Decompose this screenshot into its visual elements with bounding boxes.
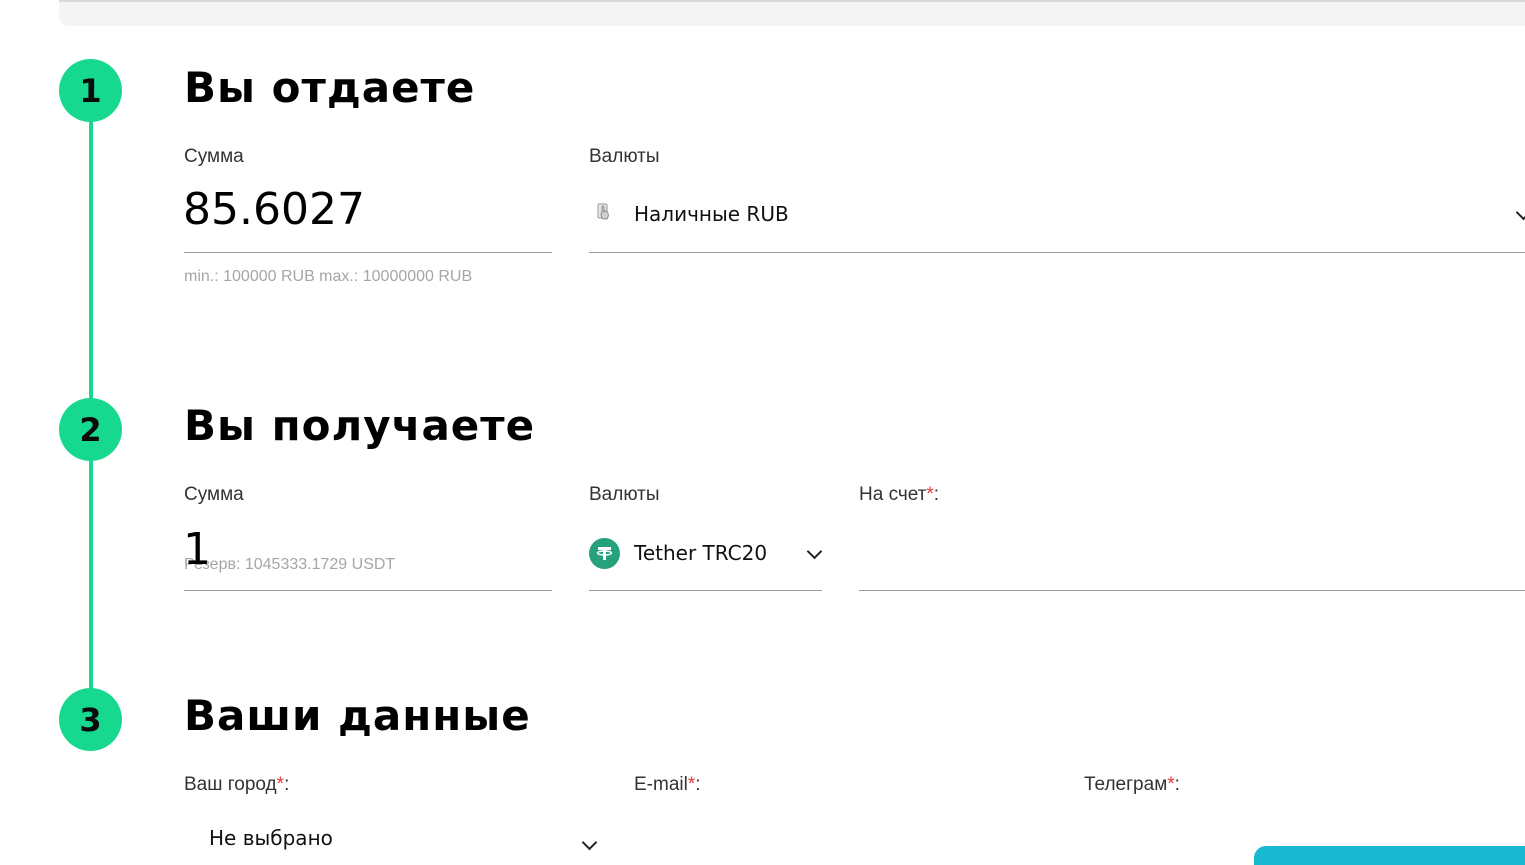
chevron-down-icon xyxy=(581,834,598,851)
email-label-text: E-mail xyxy=(634,774,688,795)
floating-action-button[interactable] xyxy=(1254,846,1525,865)
account-input[interactable] xyxy=(859,590,1525,591)
receive-currency-underline xyxy=(589,590,822,591)
give-currency-underline xyxy=(589,252,1525,253)
give-currency-label: Валюты xyxy=(589,146,660,167)
step-1-badge: 1 xyxy=(59,59,122,122)
receive-amount-input[interactable]: 1 xyxy=(183,524,211,575)
exchange-form-page: 1 Вы отдаете Сумма 85.6027 min.: 100000 … xyxy=(0,0,1525,865)
label-colon: : xyxy=(933,484,940,505)
step-3-badge: 3 xyxy=(59,688,122,751)
top-panel xyxy=(59,0,1525,26)
required-mark: * xyxy=(276,774,285,795)
tether-logo-glyph xyxy=(596,547,613,560)
give-amount-input[interactable]: 85.6027 xyxy=(183,184,365,235)
city-label-text: Ваш город xyxy=(184,774,277,795)
give-amount-underline xyxy=(184,252,552,253)
section-title-give: Вы отдаете xyxy=(184,63,476,112)
section-title-your-data: Ваши данные xyxy=(184,691,531,740)
chevron-down-icon xyxy=(1515,204,1525,221)
city-label: Ваш город*: xyxy=(184,774,289,796)
receive-amount-underline xyxy=(184,590,552,591)
email-label: E-mail*: xyxy=(634,774,701,796)
telegram-label: Телеграм*: xyxy=(1084,774,1180,796)
section-title-receive: Вы получаете xyxy=(184,401,536,450)
account-label-text: На счет xyxy=(859,484,927,505)
give-amount-label: Сумма xyxy=(184,146,244,167)
give-currency-value: Наличные RUB xyxy=(634,202,789,226)
account-label: На счет*: xyxy=(859,484,939,506)
cash-icon xyxy=(597,203,609,220)
step-2-badge: 2 xyxy=(59,398,122,461)
label-colon: : xyxy=(284,774,290,795)
receive-amount-label: Сумма xyxy=(184,484,244,505)
chevron-down-icon xyxy=(806,543,823,560)
label-colon: : xyxy=(1174,774,1180,795)
receive-currency-value: Tether TRC20 xyxy=(634,541,768,565)
telegram-label-text: Телеграм xyxy=(1084,774,1168,795)
label-colon: : xyxy=(695,774,701,795)
city-select-value: Не выбрано xyxy=(209,826,333,850)
tether-icon xyxy=(589,538,620,569)
receive-reserve: Резерв: 1045333.1729 USDT xyxy=(184,556,396,573)
required-mark: * xyxy=(1167,774,1175,795)
receive-currency-label: Валюты xyxy=(589,484,660,505)
required-mark: * xyxy=(926,484,934,505)
give-amount-limits: min.: 100000 RUB max.: 10000000 RUB xyxy=(184,268,473,285)
